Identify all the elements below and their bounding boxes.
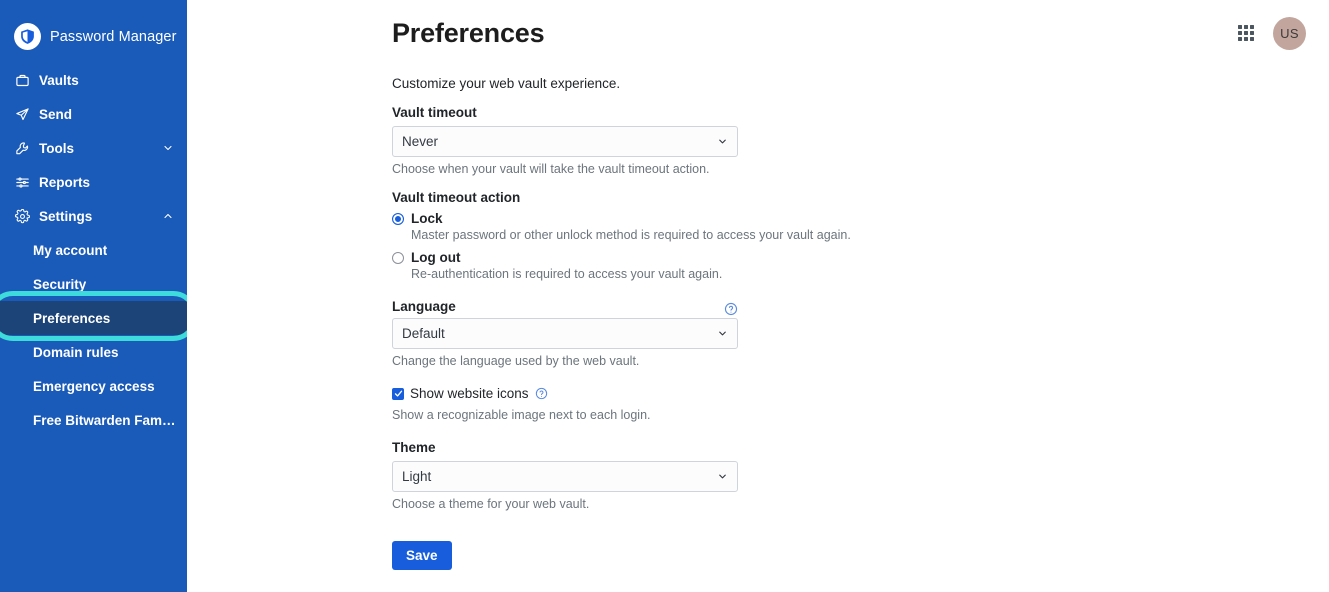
vault-timeout-action-field: Vault timeout action Lock Master passwor… [392,190,1092,281]
wrench-icon [14,140,31,157]
sidebar-subitem-domain-rules[interactable]: Domain rules [0,335,187,369]
sidebar-subitem-security[interactable]: Security [0,267,187,301]
sidebar-item-tools[interactable]: Tools [0,131,187,165]
chevron-down-icon[interactable] [161,141,175,155]
brand-header[interactable]: Password Manager [0,0,187,56]
vault-timeout-label: Vault timeout [392,105,477,120]
vault-timeout-value: Never [402,134,439,149]
language-label-row: Language [392,299,738,318]
sidebar-subitem-label: Domain rules [33,344,119,360]
sidebar-subitem-label: Preferences [33,310,111,326]
theme-select[interactable]: Light [392,461,738,492]
radio-logout-description: Re-authentication is required to access … [411,267,723,281]
show-website-icons-field: Show website icons Show a recognizable i… [392,386,1092,422]
radio-lock-label: Lock [411,211,443,226]
save-button[interactable]: Save [392,541,452,570]
chevron-down-icon [716,328,728,340]
chevron-down-icon [716,471,728,483]
sidebar-item-vaults[interactable]: Vaults [0,63,187,97]
show-website-icons-checkbox[interactable] [392,387,404,400]
topbar: US [1235,0,1329,66]
brand-name: Password Manager [50,28,177,45]
sidebar-subitem-label: My account [33,242,108,258]
sidebar-subitem-emergency-access[interactable]: Emergency access [0,369,187,403]
help-circle-icon[interactable] [535,387,549,401]
send-paper-plane-icon [14,106,31,123]
theme-field: Theme Light Choose a theme for your web … [392,440,1092,511]
vault-icon [14,72,31,89]
chevron-down-icon [716,136,728,148]
vault-timeout-action-label: Vault timeout action [392,190,521,205]
main-content: US Preferences Customize your web vault … [187,0,1329,592]
app-grid-icon[interactable] [1235,22,1257,44]
bitwarden-shield-icon [14,23,41,50]
help-circle-icon[interactable] [724,302,738,316]
language-label: Language [392,299,456,314]
theme-label: Theme [392,440,436,455]
show-website-icons-row[interactable]: Show website icons [392,386,1092,401]
radio-lock-input[interactable] [392,212,404,225]
sidebar-item-settings[interactable]: Settings [0,199,187,233]
vault-timeout-hint: Choose when your vault will take the vau… [392,162,710,176]
sidebar-item-label: Reports [39,174,91,190]
radio-lock-description: Master password or other unlock method i… [411,228,851,242]
sidebar-subitem-label: Free Bitwarden Famil… [33,412,178,428]
avatar-initials: US [1280,25,1299,41]
theme-value: Light [402,469,432,484]
gear-icon [14,208,31,225]
language-value: Default [402,326,445,341]
vault-timeout-field: Vault timeout Never Choose when your vau… [392,105,1092,176]
sidebar-subitem-label: Security [33,276,87,292]
sidebar-nav: Vaults Send Tools Reports Settings My ac… [0,63,187,437]
sidebar: Password Manager Vaults Send Tools Repor… [0,0,187,592]
language-select[interactable]: Default [392,318,738,349]
vault-timeout-select[interactable]: Never [392,126,738,157]
sidebar-item-label: Send [39,106,73,122]
sidebar-item-label: Vaults [39,72,79,88]
sidebar-subitem-preferences[interactable]: Preferences [0,301,187,335]
sidebar-item-label: Tools [39,140,74,156]
sidebar-item-label: Settings [39,208,93,224]
sidebar-subitem-label: Emergency access [33,378,155,394]
language-hint: Change the language used by the web vaul… [392,354,640,368]
radio-logout-input[interactable] [392,251,404,264]
radio-option-lock[interactable]: Lock [392,211,1092,226]
page-intro: Customize your web vault experience. [392,76,621,91]
preferences-form: Customize your web vault experience. Vau… [392,76,1092,570]
sidebar-subitem-free-bitwarden-families[interactable]: Free Bitwarden Famil… [0,403,187,437]
theme-hint: Choose a theme for your web vault. [392,497,590,511]
radio-logout-label: Log out [411,250,461,265]
language-field: Language Default Change the language use… [392,299,1092,368]
show-website-icons-hint: Show a recognizable image next to each l… [392,408,651,422]
app-root: Password Manager Vaults Send Tools Repor… [0,0,1329,592]
radio-option-logout[interactable]: Log out [392,250,1092,265]
sliders-icon [14,174,31,191]
sidebar-item-send[interactable]: Send [0,97,187,131]
page-title: Preferences [392,18,545,48]
avatar[interactable]: US [1273,16,1306,50]
chevron-up-icon[interactable] [161,209,175,223]
sidebar-item-reports[interactable]: Reports [0,165,187,199]
show-website-icons-label: Show website icons [410,386,529,401]
sidebar-subitem-my-account[interactable]: My account [0,233,187,267]
